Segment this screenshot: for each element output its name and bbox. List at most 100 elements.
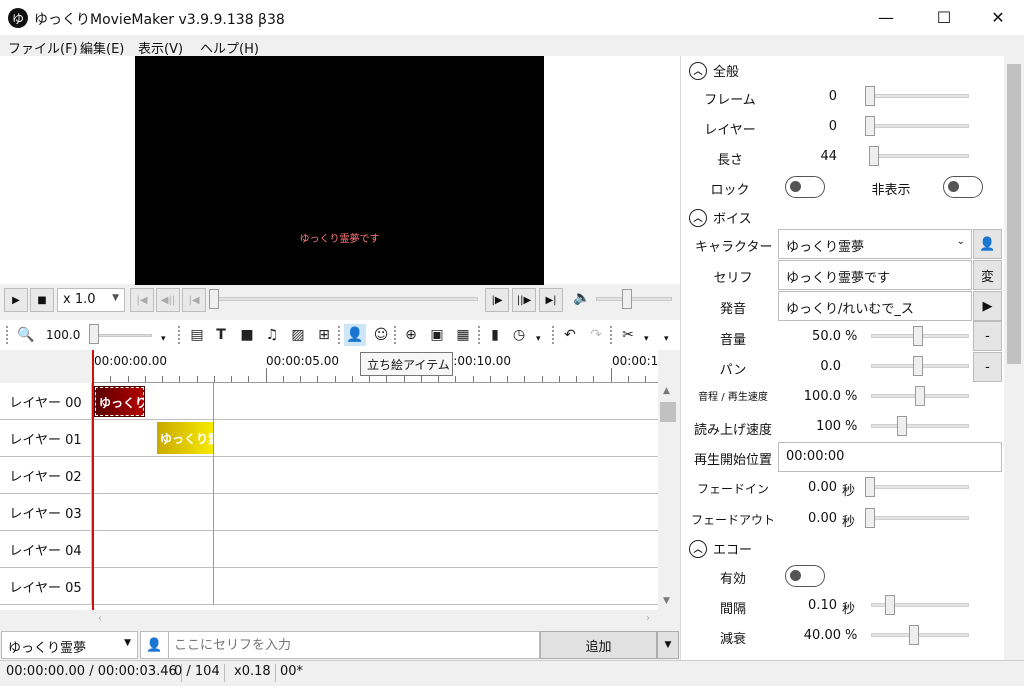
layer-slider-thumb[interactable] xyxy=(865,116,875,136)
fadein-slider[interactable] xyxy=(871,485,969,489)
speed-select[interactable]: x 1.0 ▼ xyxy=(57,288,125,312)
panel-scroll-thumb[interactable] xyxy=(1007,64,1021,364)
volume-track[interactable] xyxy=(596,297,672,301)
serif-input[interactable] xyxy=(168,631,540,659)
character-dropdown[interactable]: ゆっくり霊夢 ⌄ xyxy=(778,229,972,259)
serif-field[interactable]: ゆっくり霊夢です xyxy=(778,260,972,290)
overflow-icon[interactable]: ▾ xyxy=(536,334,541,344)
seek-track[interactable] xyxy=(210,297,478,301)
section-general[interactable]: ︿ 全般 xyxy=(689,61,739,80)
overflow-icon[interactable]: ▾ xyxy=(664,334,669,344)
add-box-icon[interactable]: ⊕ xyxy=(400,324,422,346)
face-icon[interactable]: ☺ xyxy=(370,324,392,346)
hide-toggle[interactable] xyxy=(943,176,983,198)
layer-row[interactable]: レイヤー 02 xyxy=(0,457,658,494)
video-preview[interactable]: ゆっくり霊夢です xyxy=(135,56,544,285)
interval-slider-thumb[interactable] xyxy=(885,595,895,615)
jump-start-button[interactable]: |◀ xyxy=(130,288,154,312)
section-title: エコー xyxy=(713,543,753,558)
pan-label: パン xyxy=(719,363,747,378)
read-speed-slider[interactable] xyxy=(871,424,969,428)
bookmark-icon[interactable]: ▮ xyxy=(484,324,506,346)
zoom-track[interactable] xyxy=(90,334,152,337)
minimize-button[interactable]: — xyxy=(863,0,909,35)
prev-frame-button[interactable]: ◀|| xyxy=(156,288,180,312)
stop-button[interactable]: ■ xyxy=(30,288,54,312)
length-slider[interactable] xyxy=(875,154,969,158)
voice-person-icon[interactable]: 👤 xyxy=(140,631,169,659)
decay-slider-thumb[interactable] xyxy=(909,625,919,645)
volume-slider-thumb[interactable] xyxy=(913,326,923,346)
add-dropdown-button[interactable]: ▼ xyxy=(657,631,679,659)
undo-icon[interactable]: ↶ xyxy=(559,324,581,346)
clock-icon[interactable]: ◷ xyxy=(508,324,530,346)
scroll-left-icon[interactable]: ‹ xyxy=(98,613,102,624)
decay-slider[interactable] xyxy=(871,633,969,637)
speaker-icon: 🔈 xyxy=(573,290,591,306)
pitch-slider-thumb[interactable] xyxy=(915,386,925,406)
add-button[interactable]: 追加 xyxy=(540,631,657,659)
next-frame-button[interactable]: ||▶ xyxy=(512,288,536,312)
fadeout-slider[interactable] xyxy=(871,516,969,520)
seek-thumb[interactable] xyxy=(209,289,219,309)
convert-button[interactable]: 変 xyxy=(973,260,1002,290)
section-echo[interactable]: ︿ エコー xyxy=(689,539,752,558)
lock-toggle[interactable] xyxy=(785,176,825,198)
play-voice-icon[interactable]: ▶ xyxy=(973,291,1002,321)
section-voice[interactable]: ︿ ボイス xyxy=(689,208,752,227)
zoom-thumb[interactable] xyxy=(89,324,99,344)
add-item-icon[interactable]: ⊞ xyxy=(313,324,335,346)
voice-clip-selected[interactable]: ゆっくり xyxy=(94,386,145,417)
layer-row[interactable]: レイヤー 03 xyxy=(0,494,658,531)
menu-view[interactable]: 表示(V) xyxy=(138,38,183,57)
scroll-right-icon[interactable]: › xyxy=(646,613,650,624)
pan-slider-thumb[interactable] xyxy=(913,356,923,376)
volume-minus-button[interactable]: - xyxy=(973,321,1002,351)
playhead[interactable] xyxy=(92,350,94,610)
pronunciation-field[interactable]: ゆっくり/れいむで_ス xyxy=(778,291,972,321)
timeline-vscroll-thumb[interactable] xyxy=(660,402,676,422)
menu-edit[interactable]: 編集(E) xyxy=(80,38,124,57)
scroll-down-icon[interactable]: ▼ xyxy=(663,596,670,606)
layer-row[interactable]: レイヤー 04 xyxy=(0,531,658,568)
music-note-icon[interactable]: ♫ xyxy=(261,324,283,346)
frame-slider-thumb[interactable] xyxy=(865,86,875,106)
fadeout-slider-thumb[interactable] xyxy=(865,508,875,528)
character-clip[interactable]: ゆっくり霊 xyxy=(157,422,213,454)
video-camera-icon[interactable]: ■ xyxy=(236,324,258,346)
menu-file[interactable]: ファイル(F) xyxy=(8,38,78,57)
redo-icon[interactable]: ↷ xyxy=(585,324,607,346)
menu-help[interactable]: ヘルプ(H) xyxy=(200,38,259,57)
layer-row[interactable]: レイヤー 01 xyxy=(0,420,658,457)
person-icon[interactable]: 👤 xyxy=(344,324,366,346)
echo-enabled-toggle[interactable] xyxy=(785,565,825,587)
layer-slider[interactable] xyxy=(871,124,969,128)
volume-thumb[interactable] xyxy=(622,289,632,309)
close-button[interactable]: ✕ xyxy=(975,0,1021,35)
layer-row[interactable]: レイヤー 05 xyxy=(0,568,658,605)
speech-bubble-icon[interactable]: ▤ xyxy=(186,324,208,346)
fadein-slider-thumb[interactable] xyxy=(865,477,875,497)
gallery-icon[interactable]: ▣ xyxy=(426,324,448,346)
jump-end-button[interactable]: ▶| xyxy=(539,288,563,312)
step-back-button[interactable]: |◀ xyxy=(182,288,206,312)
pan-minus-button[interactable]: - xyxy=(973,352,1002,382)
frame-slider[interactable] xyxy=(871,94,969,98)
toolbar-grip xyxy=(178,326,181,344)
timeline-hscroll[interactable] xyxy=(92,610,658,630)
scroll-up-icon[interactable]: ▲ xyxy=(663,386,670,396)
overflow-icon[interactable]: ▾ xyxy=(644,334,649,344)
scissors-icon[interactable]: ✂ xyxy=(617,324,639,346)
character-select[interactable]: ゆっくり霊夢 ▼ xyxy=(1,631,138,659)
text-icon[interactable]: T xyxy=(210,324,232,346)
image-icon[interactable]: ▨ xyxy=(287,324,309,346)
overflow-icon[interactable]: ▾ xyxy=(161,334,166,344)
grid-icon[interactable]: ▦ xyxy=(452,324,474,346)
read-speed-slider-thumb[interactable] xyxy=(897,416,907,436)
maximize-button[interactable]: ☐ xyxy=(921,0,967,35)
step-forward-button[interactable]: |▶ xyxy=(485,288,509,312)
voice-settings-icon[interactable]: 👤 xyxy=(973,229,1002,259)
length-slider-thumb[interactable] xyxy=(869,146,879,166)
play-button[interactable]: ▶ xyxy=(4,288,28,312)
start-position-field[interactable]: 00:00:00 xyxy=(778,442,1002,472)
